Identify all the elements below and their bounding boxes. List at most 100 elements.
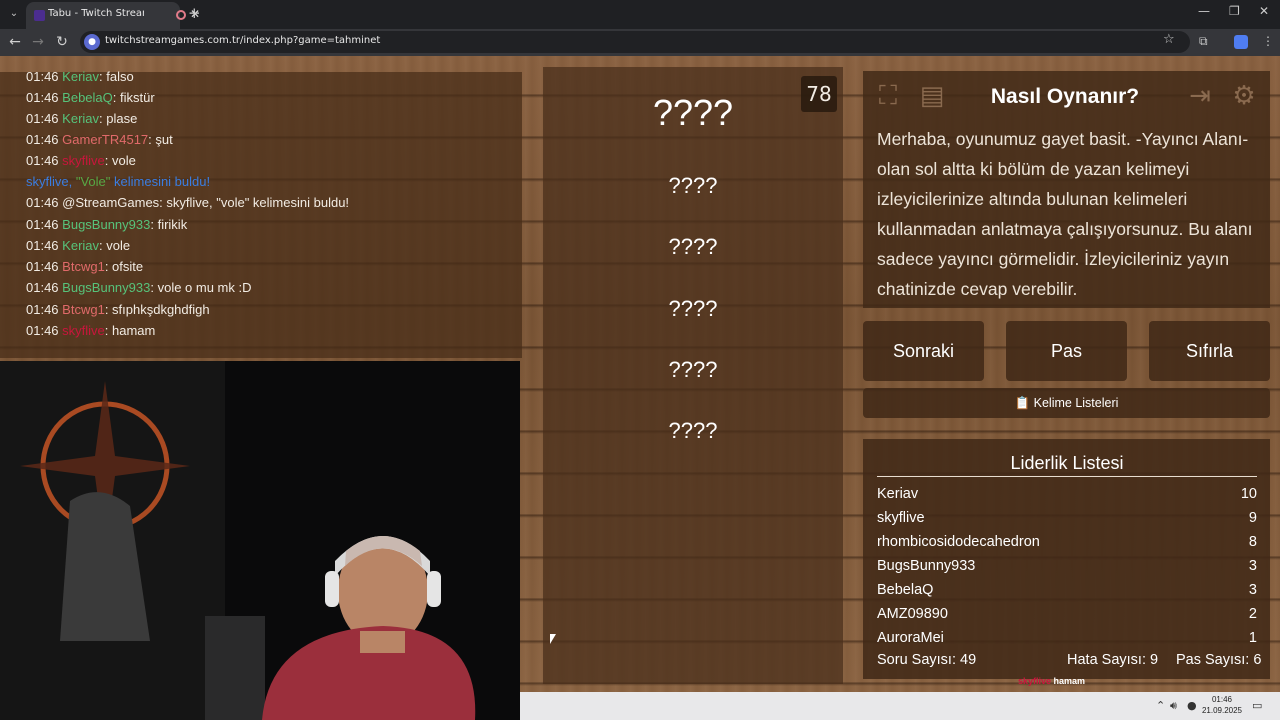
chat-username[interactable]: BugsBunny933 (62, 217, 150, 232)
settings-gear-icon[interactable]: ⚙ (1228, 80, 1260, 112)
main-word: ???? (652, 92, 734, 133)
minimize-icon[interactable]: — (1198, 4, 1210, 18)
chat-text: : ofsite (104, 259, 144, 274)
chat-message: 01:46 Keriav: vole (26, 238, 130, 253)
chat-message: 01:46 BugsBunny933: vole o mu mk :D (26, 280, 252, 295)
chat-username[interactable]: skyflive (62, 323, 105, 338)
chat-message: 01:46 Keriav: plase (26, 111, 137, 126)
chat-timestamp: 01:46 (26, 217, 59, 232)
notice-text: kelimesini buldu! (110, 174, 211, 189)
question-count: Soru Sayısı: 49 (877, 652, 976, 668)
forbidden-word: ???? (668, 357, 718, 382)
chat-timestamp: 01:46 (26, 69, 59, 84)
leaderboard-name: rhombicosidodecahedron (877, 534, 1040, 550)
chat-text: : şut (148, 132, 173, 147)
leaderboard-list[interactable]: Keriav 10 skyflive 9 rhombicosidodecahedron 8… (877, 486, 1257, 644)
clock-time: 01:46 (1211, 695, 1233, 704)
chat-text: : hamam (104, 323, 156, 338)
chat-message: 01:46 BugsBunny933: firikik (26, 217, 187, 232)
pass-button[interactable]: Pas (1006, 321, 1127, 381)
reload-icon[interactable]: ↻ (52, 32, 72, 52)
notes-icon[interactable]: ▤ (916, 80, 948, 112)
forbidden-word: ???? (668, 296, 718, 321)
chat-username[interactable]: Btcwg1 (62, 259, 105, 274)
microphone-icon[interactable]: ● (1187, 699, 1197, 712)
chat-username[interactable]: BugsBunny933 (62, 280, 150, 295)
chat-timestamp: 01:46 (26, 259, 59, 274)
tab-title: Tabu - Twitch Stream Games (48, 8, 144, 19)
chat-message: 01:46 Btcwg1: ofsite (26, 259, 143, 274)
leaderboard-name: skyflive (877, 510, 925, 526)
stream-chat-overlay: skyflive hamam (1018, 676, 1085, 686)
leaderboard-score: 2 (1248, 606, 1257, 622)
word-lists-label: Kelime Listeleri (1033, 396, 1119, 410)
chat-text: : sfıphkşdkghdfigh (104, 302, 210, 317)
chat-text: : vole o mu mk :D (150, 280, 252, 295)
chat-message: 01:46 Keriav: falso (26, 69, 134, 84)
leaderboard-name: AMZ09890 (877, 606, 948, 622)
next-button[interactable]: Sonraki (863, 321, 984, 381)
tab-recording-icon (176, 10, 186, 20)
error-count-value: 9 (1150, 652, 1159, 668)
restore-icon[interactable]: ❐ (1229, 4, 1240, 18)
chat-timestamp: 01:46 (26, 153, 59, 168)
chat-text: : skyflive, "vole" kelimesini buldu! (159, 195, 350, 210)
tab-list-icon[interactable]: ⌄ (5, 5, 23, 23)
chat-username[interactable]: GamerTR4517 (62, 132, 148, 147)
chat-text: : vole (99, 238, 131, 253)
chat-username[interactable]: Keriav (62, 238, 99, 253)
bookmark-star-icon[interactable]: ☆ (1163, 32, 1175, 47)
pass-count-label: Pas Sayısı: (1176, 652, 1250, 668)
leaderboard-row: skyflive 9 (877, 510, 1257, 534)
volume-icon[interactable]: 🔊︎ (1170, 699, 1177, 713)
notice-user: skyflive (26, 174, 69, 189)
url-text[interactable]: twitchstreamgames.com.tr/index.php?game=… (105, 35, 380, 46)
extensions-icon[interactable]: ⧉ (1199, 34, 1208, 49)
chat-message: 01:46 skyflive: hamam (26, 323, 155, 338)
mouse-cursor-icon (550, 634, 556, 644)
leaderboard-row: rhombicosidodecahedron 8 (877, 534, 1257, 558)
word-lists-button[interactable]: 📋 Kelime Listeleri (863, 388, 1270, 418)
question-count-label: Soru Sayısı: (877, 652, 956, 668)
reset-button[interactable]: Sıfırla (1149, 321, 1270, 381)
chat-username[interactable]: Keriav (62, 69, 99, 84)
window-close-icon[interactable]: ✕ (1259, 4, 1269, 18)
leaderboard-row: BugsBunny933 3 (877, 558, 1257, 582)
leaderboard-row: AuroraMei 1 (877, 630, 1257, 644)
logout-icon[interactable]: ⇥ (1184, 80, 1216, 112)
chat-text: : plase (99, 111, 138, 126)
chat-username[interactable]: BebelaQ (62, 90, 113, 105)
notification-icon[interactable]: ▭ (1252, 699, 1262, 712)
forward-arrow-icon[interactable]: → (28, 32, 48, 52)
notice-sep: , (68, 174, 76, 189)
chat-timestamp: 01:46 (26, 90, 59, 105)
chat-text: : firikik (150, 217, 188, 232)
address-bar[interactable]: ● twitchstreamgames.com.tr/index.php?gam… (80, 31, 1190, 53)
tray-chevron-icon[interactable]: ⌃ (1156, 699, 1165, 712)
menu-dots-icon[interactable]: ⋮ (1262, 34, 1274, 48)
twitch-favicon-icon (34, 10, 45, 21)
taskbar-clock[interactable]: 01:46 21.09.2025 (1198, 694, 1246, 716)
chat-username[interactable]: @StreamGames (62, 195, 159, 210)
leaderboard-divider (877, 476, 1257, 477)
profile-icon[interactable] (1234, 35, 1248, 49)
leaderboard-name: BugsBunny933 (877, 558, 976, 574)
browser-tab-bar: ⌄ Tabu - Twitch Stream Games ✕ + — ❐ ✕ (0, 0, 1280, 29)
chat-username[interactable]: Btcwg1 (62, 302, 105, 317)
site-info-icon[interactable]: ● (84, 34, 100, 50)
os-taskbar: ⌃ 🔊︎ ● ▭ (520, 692, 1280, 720)
question-count-value: 49 (960, 652, 977, 668)
back-arrow-icon[interactable]: ← (5, 32, 25, 52)
fullscreen-icon[interactable]: ⛶ (872, 80, 904, 112)
chat-username[interactable]: skyflive (62, 153, 105, 168)
new-tab-button[interactable]: + (188, 4, 201, 22)
notice-word: "Vole" (75, 174, 111, 189)
leaderboard-row: BebelaQ 3 (877, 582, 1257, 606)
chat-message: 01:46 Btcwg1: sfıphkşdkghdfigh (26, 302, 210, 317)
chat-username[interactable]: Keriav (62, 111, 99, 126)
error-count-label: Hata Sayısı: (1067, 652, 1146, 668)
chat-timestamp: 01:46 (26, 238, 59, 253)
chat-message: 01:46 @StreamGames: skyflive, "vole" kel… (26, 195, 349, 210)
chat-timestamp: 01:46 (26, 132, 59, 147)
browser-tab[interactable]: Tabu - Twitch Stream Games ✕ (26, 2, 200, 29)
